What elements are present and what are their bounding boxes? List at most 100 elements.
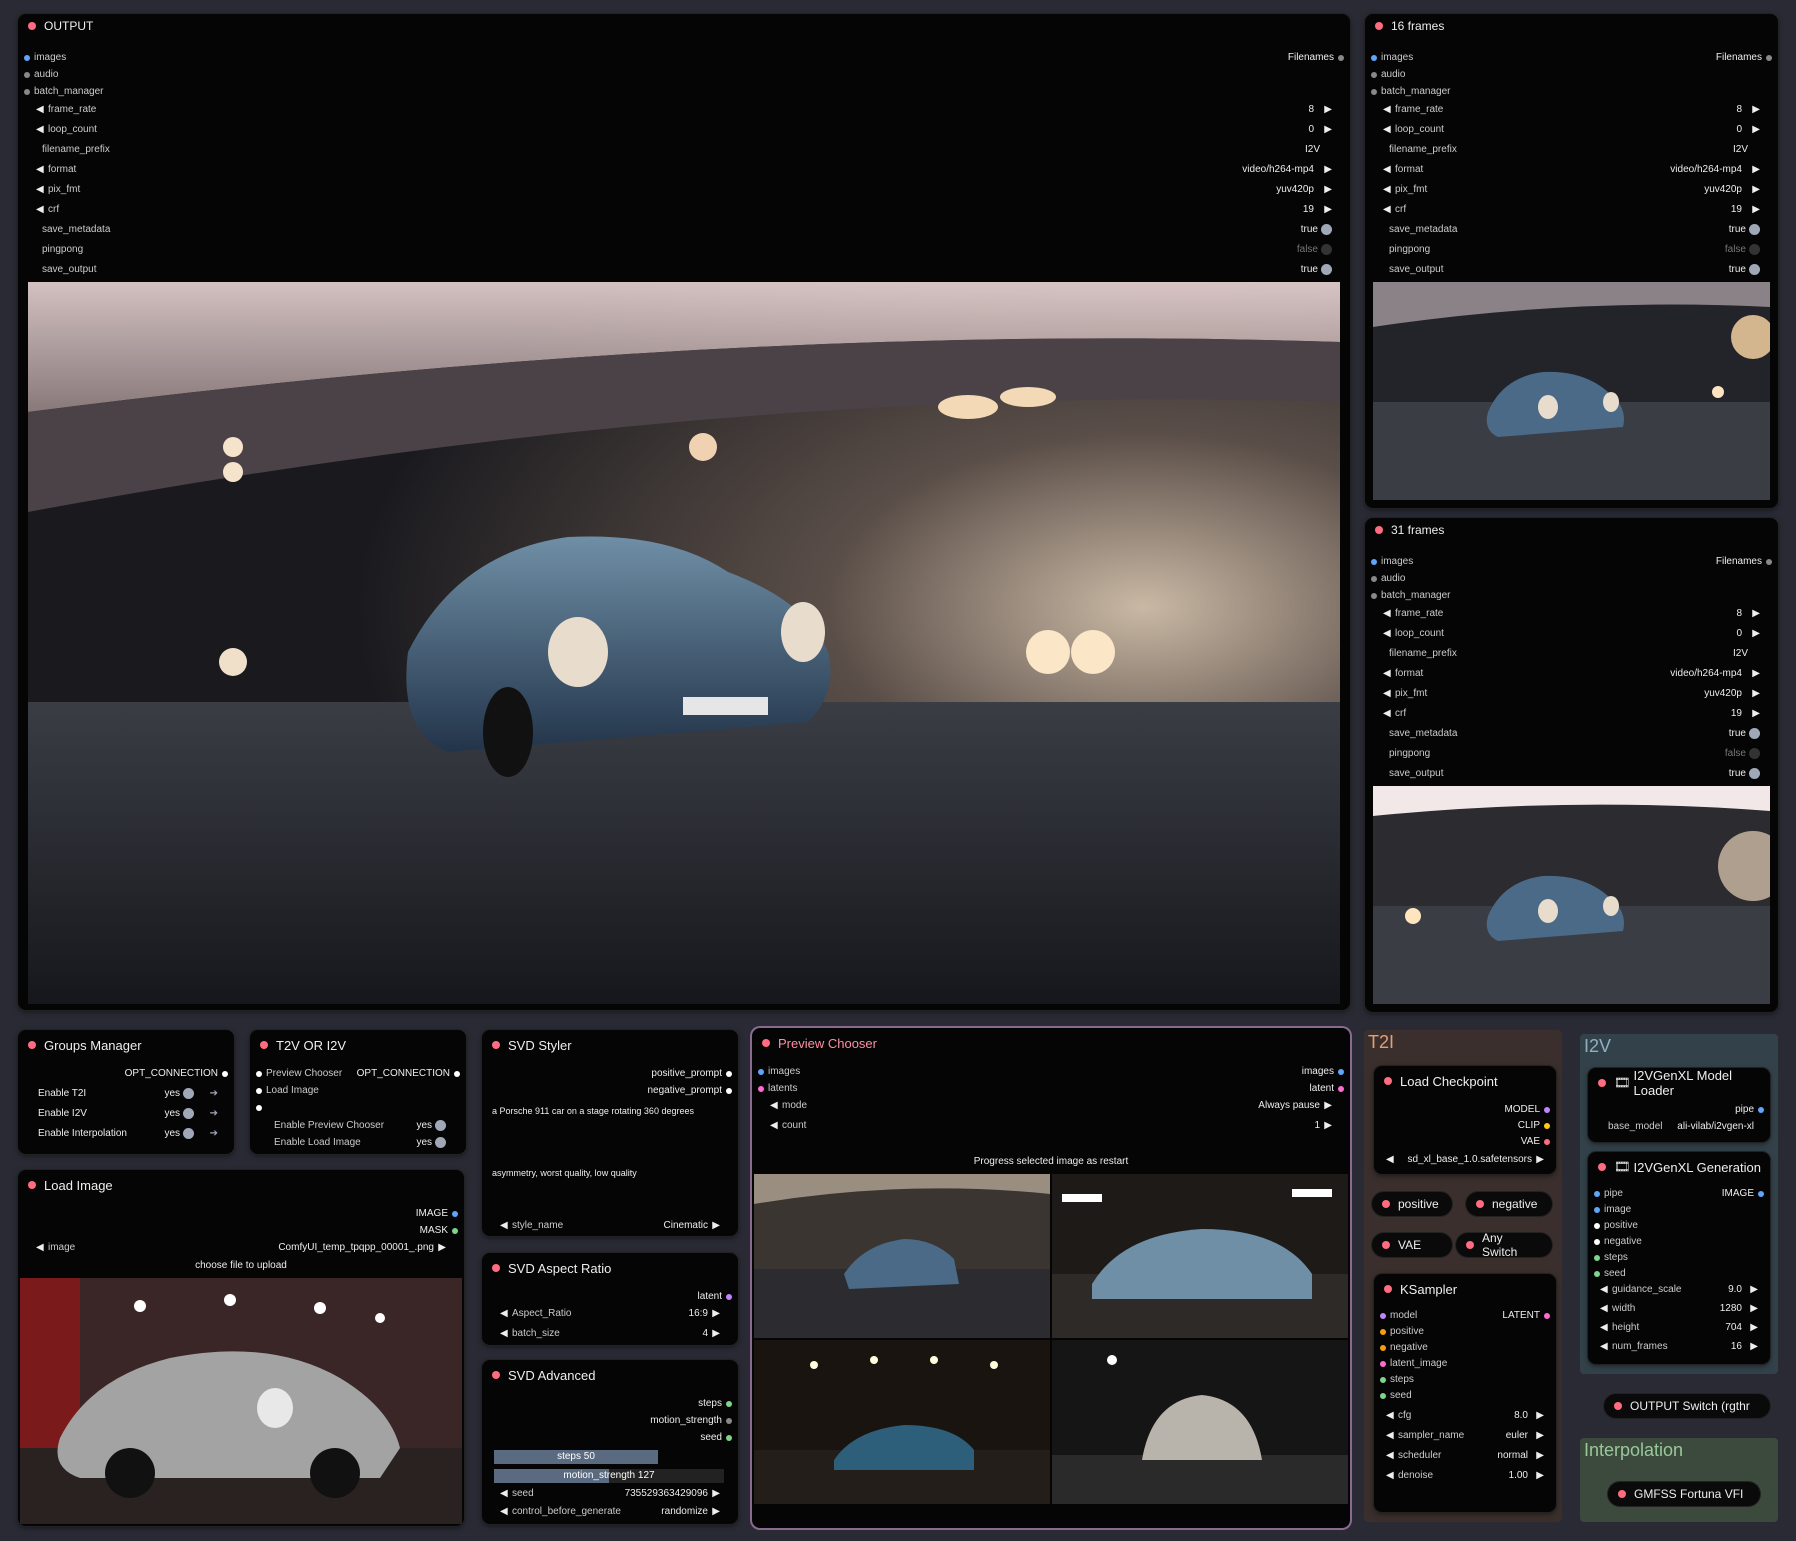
vae-chip[interactable]: VAE <box>1372 1233 1452 1257</box>
widget-save_output[interactable]: save_output true <box>1365 768 1778 782</box>
input-pin[interactable] <box>1371 55 1377 61</box>
input-pin[interactable] <box>1371 559 1377 565</box>
ksampler-node[interactable]: KSampler model LATENT positive negative late… <box>1374 1274 1556 1512</box>
widget-filename_prefix[interactable]: filename_prefix I2V <box>18 144 1350 158</box>
input-pin[interactable] <box>1371 576 1377 582</box>
output-pin[interactable] <box>726 1088 732 1094</box>
progress-button[interactable]: Progress selected image as restart <box>752 1156 1350 1170</box>
input-pin[interactable] <box>24 89 30 95</box>
output-node[interactable]: OUTPUT images Filenames audio batch_manager… <box>18 14 1350 1010</box>
input-pin[interactable] <box>1371 89 1377 95</box>
widget-cfg[interactable]: ◀ cfg 8.0 ▶ <box>1374 1410 1556 1424</box>
seed-number[interactable]: ◀ seed 735529363429096 ▶ <box>482 1488 738 1502</box>
upload-button[interactable]: choose file to upload <box>18 1260 464 1274</box>
output-pin[interactable] <box>1766 559 1772 565</box>
widget-save_metadata[interactable]: save_metadata true <box>18 224 1350 238</box>
widget-crf[interactable]: ◀ crf 19 ▶ <box>1365 708 1778 722</box>
output-pin[interactable] <box>726 1435 732 1441</box>
output-pin[interactable] <box>1338 55 1344 61</box>
arrow-right-icon[interactable]: ➔ <box>210 1108 218 1119</box>
svd-advanced-node[interactable]: SVD Advanced steps motion_strength seed … <box>482 1360 738 1524</box>
widget-filename_prefix[interactable]: filename_prefix I2V <box>1365 144 1778 158</box>
input-pin[interactable] <box>256 1105 262 1111</box>
groups-manager-node[interactable]: Groups Manager OPT_CONNECTION Enable T2I… <box>18 1030 234 1154</box>
output-pin[interactable] <box>1338 1069 1344 1075</box>
widget-save_metadata[interactable]: save_metadata true <box>1365 728 1778 742</box>
widget-loop_count[interactable]: ◀ loop_count 0 ▶ <box>18 124 1350 138</box>
style-name-select[interactable]: ◀ style_name Cinematic ▶ <box>482 1220 738 1234</box>
output-pin[interactable] <box>452 1211 458 1217</box>
preview-chooser-node[interactable]: Preview Chooser images images latents late… <box>752 1028 1350 1528</box>
widget-pingpong[interactable]: pingpong false <box>1365 748 1778 762</box>
widget-frame_rate[interactable]: ◀ frame_rate 8 ▶ <box>1365 104 1778 118</box>
input-pin[interactable] <box>1380 1329 1386 1335</box>
steps-slider[interactable]: steps 50 <box>494 1450 658 1464</box>
widget-pix_fmt[interactable]: ◀ pix_fmt yuv420p ▶ <box>1365 688 1778 702</box>
frames16-node[interactable]: 16 frames images Filenames audio batch_mana… <box>1365 14 1778 508</box>
frames31-node[interactable]: 31 frames images Filenames audio batch_mana… <box>1365 518 1778 1012</box>
widget-pingpong[interactable]: pingpong false <box>1365 244 1778 258</box>
arrow-right-icon[interactable]: ➔ <box>210 1088 218 1099</box>
count-number[interactable]: ◀ count 1 ▶ <box>752 1120 1350 1134</box>
control-before-generate-select[interactable]: ◀ control_before_generate randomize ▶ <box>482 1506 738 1520</box>
input-pin[interactable] <box>1380 1345 1386 1351</box>
output-switch-chip[interactable]: OUTPUT Switch (rgthr <box>1604 1394 1770 1418</box>
output-pin[interactable] <box>726 1418 732 1424</box>
widget-loop_count[interactable]: ◀ loop_count 0 ▶ <box>1365 628 1778 642</box>
group-toggle[interactable]: Enable T2I yes ➔ <box>18 1088 234 1102</box>
output-pin[interactable] <box>1758 1107 1764 1113</box>
negative-prompt-textarea[interactable]: asymmetry, worst quality, low quality <box>482 1168 738 1218</box>
widget-height[interactable]: ◀ height 704 ▶ <box>1588 1322 1770 1336</box>
interpolation-group[interactable]: Interpolation <box>1580 1438 1778 1522</box>
group-toggle[interactable]: Enable I2V yes ➔ <box>18 1108 234 1122</box>
widget-crf[interactable]: ◀ crf 19 ▶ <box>1365 204 1778 218</box>
input-pin[interactable] <box>1371 72 1377 78</box>
widget-sampler_name[interactable]: ◀ sampler_name euler ▶ <box>1374 1430 1556 1444</box>
widget-guidance_scale[interactable]: ◀ guidance_scale 9.0 ▶ <box>1588 1284 1770 1298</box>
widget-pingpong[interactable]: pingpong false <box>18 244 1350 258</box>
widget-frame_rate[interactable]: ◀ frame_rate 8 ▶ <box>18 104 1350 118</box>
mode-select[interactable]: ◀ mode Always pause ▶ <box>752 1100 1350 1114</box>
widget-scheduler[interactable]: ◀ scheduler normal ▶ <box>1374 1450 1556 1464</box>
input-pin[interactable] <box>1594 1207 1600 1213</box>
widget-num_frames[interactable]: ◀ num_frames 16 ▶ <box>1588 1341 1770 1355</box>
positive-prompt-textarea[interactable]: a Porsche 911 car on a stage rotating 36… <box>482 1106 738 1162</box>
widget-loop_count[interactable]: ◀ loop_count 0 ▶ <box>1365 124 1778 138</box>
toggle-preview-chooser[interactable]: Enable Preview Chooser yes <box>250 1120 466 1134</box>
input-pin[interactable] <box>256 1088 262 1094</box>
toggle-load-image[interactable]: Enable Load Image yes <box>250 1137 466 1151</box>
arrow-right-icon[interactable]: ➔ <box>210 1128 218 1139</box>
svd-styler-node[interactable]: SVD Styler positive_prompt negative_prom… <box>482 1030 738 1236</box>
preview-thumb-3[interactable] <box>754 1340 1050 1504</box>
output-pin[interactable] <box>1544 1107 1550 1113</box>
input-pin[interactable] <box>1380 1377 1386 1383</box>
t2v-or-i2v-node[interactable]: T2V OR I2V Preview Chooser OPT_CONNECTION… <box>250 1030 466 1154</box>
load-checkpoint-node[interactable]: Load Checkpoint MODEL CLIP VAE ◀ sd_xl_ba… <box>1374 1066 1556 1174</box>
input-pin[interactable] <box>1594 1191 1600 1197</box>
input-pin[interactable] <box>1594 1271 1600 1277</box>
motion-strength-slider[interactable]: motion_strength 127 <box>494 1469 724 1483</box>
output-pin[interactable] <box>1338 1086 1344 1092</box>
preview-thumb-4[interactable] <box>1052 1340 1348 1504</box>
widget-filename_prefix[interactable]: filename_prefix I2V <box>1365 648 1778 662</box>
widget-format[interactable]: ◀ format video/h264-mp4 ▶ <box>1365 164 1778 178</box>
input-pin[interactable] <box>1380 1313 1386 1319</box>
batch-size-number[interactable]: ◀ batch_size 4 ▶ <box>482 1328 738 1342</box>
gmfss-fortuna-chip[interactable]: GMFSS Fortuna VFI <box>1608 1482 1760 1506</box>
svd-aspect-ratio-node[interactable]: SVD Aspect Ratio latent ◀ Aspect_Ratio 16:… <box>482 1253 738 1345</box>
widget-pix_fmt[interactable]: ◀ pix_fmt yuv420p ▶ <box>1365 184 1778 198</box>
output-pin[interactable] <box>726 1071 732 1077</box>
widget-save_metadata[interactable]: save_metadata true <box>1365 224 1778 238</box>
image-select[interactable]: ◀ image ComfyUI_temp_tpqpp_00001_.png ▶ <box>18 1242 464 1256</box>
output-pin[interactable] <box>1544 1139 1550 1145</box>
base-model-input[interactable]: base_model ali-vilab/i2vgen-xl <box>1588 1121 1770 1135</box>
input-pin[interactable] <box>1380 1361 1386 1367</box>
any-switch-chip[interactable]: Any Switch <box>1456 1231 1552 1259</box>
output-pin[interactable] <box>1758 1191 1764 1197</box>
input-pin[interactable] <box>758 1069 764 1075</box>
widget-denoise[interactable]: ◀ denoise 1.00 ▶ <box>1374 1470 1556 1484</box>
ckpt-name-select[interactable]: ◀ sd_xl_base_1.0.safetensors ▶ <box>1374 1154 1556 1168</box>
output-pin[interactable] <box>454 1071 460 1077</box>
output-pin[interactable] <box>1544 1123 1550 1129</box>
group-toggle[interactable]: Enable Interpolation yes ➔ <box>18 1128 234 1142</box>
